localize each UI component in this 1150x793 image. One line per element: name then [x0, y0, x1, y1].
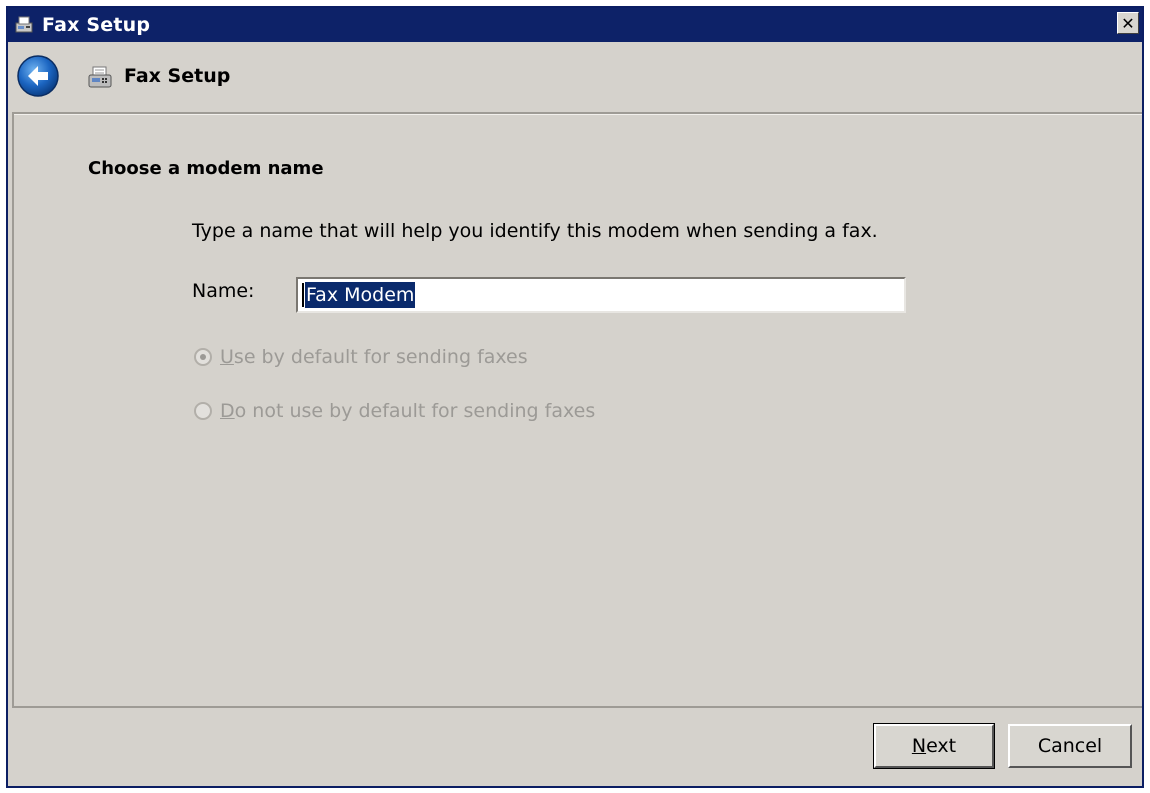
radio-not-default[interactable]: Do not use by default for sending faxes	[194, 400, 595, 422]
wizard-title: Fax Setup	[124, 65, 231, 87]
fax-setup-window: Fax Setup ✕ Fax Setup Choose a modem nam…	[6, 6, 1144, 788]
cancel-button[interactable]: Cancel	[1008, 724, 1132, 768]
radio-button-unselected[interactable]	[194, 402, 212, 420]
next-button[interactable]: Next	[873, 723, 995, 769]
fax-app-icon	[12, 13, 36, 37]
page-heading: Choose a modem name	[88, 158, 324, 179]
radio-not-default-label: Do not use by default for sending faxes	[220, 400, 596, 422]
name-input[interactable]: Fax Modem	[296, 277, 906, 313]
wizard-content: Choose a modem name Type a name that wil…	[12, 112, 1142, 708]
radio-use-default[interactable]: Use by default for sending faxes	[194, 346, 528, 368]
close-icon: ✕	[1121, 13, 1135, 33]
title-bar[interactable]: Fax Setup ✕	[8, 8, 1142, 42]
back-arrow-icon[interactable]	[16, 54, 60, 98]
close-button[interactable]: ✕	[1117, 12, 1139, 34]
text-caret	[302, 283, 304, 307]
radio-use-default-label: Use by default for sending faxes	[220, 346, 528, 368]
name-label: Name:	[192, 280, 255, 302]
name-input-value: Fax Modem	[305, 282, 416, 308]
window-title: Fax Setup	[42, 14, 151, 36]
page-description: Type a name that will help you identify …	[192, 220, 878, 242]
wizard-header: Fax Setup	[8, 42, 1142, 112]
fax-machine-icon	[86, 64, 114, 92]
radio-button-selected[interactable]	[194, 348, 212, 366]
